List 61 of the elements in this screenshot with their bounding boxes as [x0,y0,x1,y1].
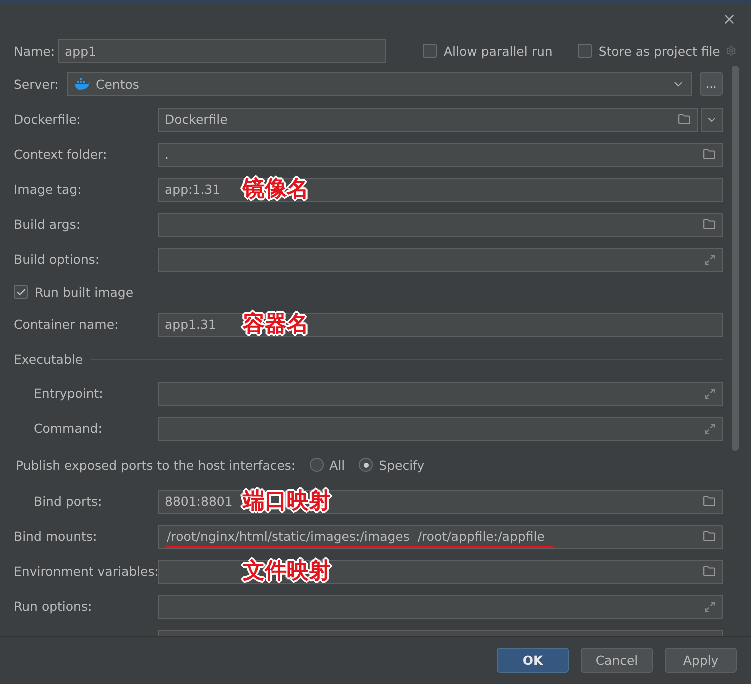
input-field[interactable]: Dockerfile [158,108,698,132]
field-label: Name: [14,44,56,58]
field-label: Run options: [14,599,94,614]
checkbox-label: Allow parallel run [444,44,553,58]
input-field[interactable]: . [158,142,723,166]
checkbox-label: Run built image [35,284,134,300]
scrollbar[interactable] [732,66,739,451]
ports-label: Publish exposed ports to the host interfaces: [16,458,296,472]
field-value: app:1.31 [165,182,221,197]
browse-button[interactable]: ... [700,72,723,96]
dialog-button[interactable]: Apply [665,648,737,673]
checkbox-label: Store as project file [598,44,720,58]
field-label: Container name: [14,317,120,332]
field-label: Entrypoint: [33,386,104,401]
field-label: Image tag: [14,182,83,197]
field-value: Dockerfile [165,112,228,127]
checkbox[interactable] [423,44,437,58]
radio-button[interactable] [310,458,324,472]
settings-icon[interactable] [726,44,737,58]
field-label: Dockerfile: [14,112,82,127]
section-title: Executable [14,352,84,366]
folder-icon[interactable] [703,218,716,231]
folder-icon[interactable] [703,495,716,508]
radio-label: All [330,458,346,472]
folder-icon[interactable] [678,113,691,126]
dropdown-button[interactable] [701,108,723,132]
field-label: Build options: [14,252,101,267]
expand-icon[interactable] [704,388,716,400]
radio-button[interactable] [359,458,374,472]
input-field[interactable]: /root/nginx/html/static/images:/images /root/appfile:/appfile [158,524,723,548]
field-value: 8801:8801 [165,494,233,509]
annotation-text: 镜像名 [243,176,309,204]
folder-icon[interactable] [703,148,716,161]
checkbox[interactable] [578,44,592,58]
field-value: /root/nginx/html/static/images:/images /root/appfile:/appfile [165,529,553,548]
field-label: Bind mounts: [14,529,98,544]
annotation-text: 文件映射 [243,558,331,586]
whale-icon [74,77,90,91]
name-field[interactable]: app1 [58,39,386,63]
expand-icon[interactable] [704,422,716,434]
folder-icon[interactable] [703,565,716,578]
annotation-text: 容器名 [243,310,309,338]
close-button[interactable] [722,12,737,27]
server-dropdown[interactable]: Centos [67,72,692,96]
field-label: Command: [33,421,104,436]
field-label: Environment variables: [14,564,158,579]
checkbox[interactable] [14,285,28,299]
field-label: Build args: [14,217,82,232]
field-label: Context folder: [14,147,108,162]
folder-icon[interactable] [703,530,716,543]
field-value: app1.31 [165,317,216,332]
field-label: Bind ports: [33,494,104,509]
check-icon [16,286,26,298]
annotation-text: 端口映射 [243,488,331,516]
dialog-button[interactable]: Cancel [581,648,653,673]
dialog-button[interactable]: OK [497,648,569,673]
radio-label: Specify [379,458,425,472]
field-label: Server: [14,76,60,92]
field-value: . [165,147,169,162]
expand-icon[interactable] [704,254,716,266]
expand-icon[interactable] [704,600,716,612]
